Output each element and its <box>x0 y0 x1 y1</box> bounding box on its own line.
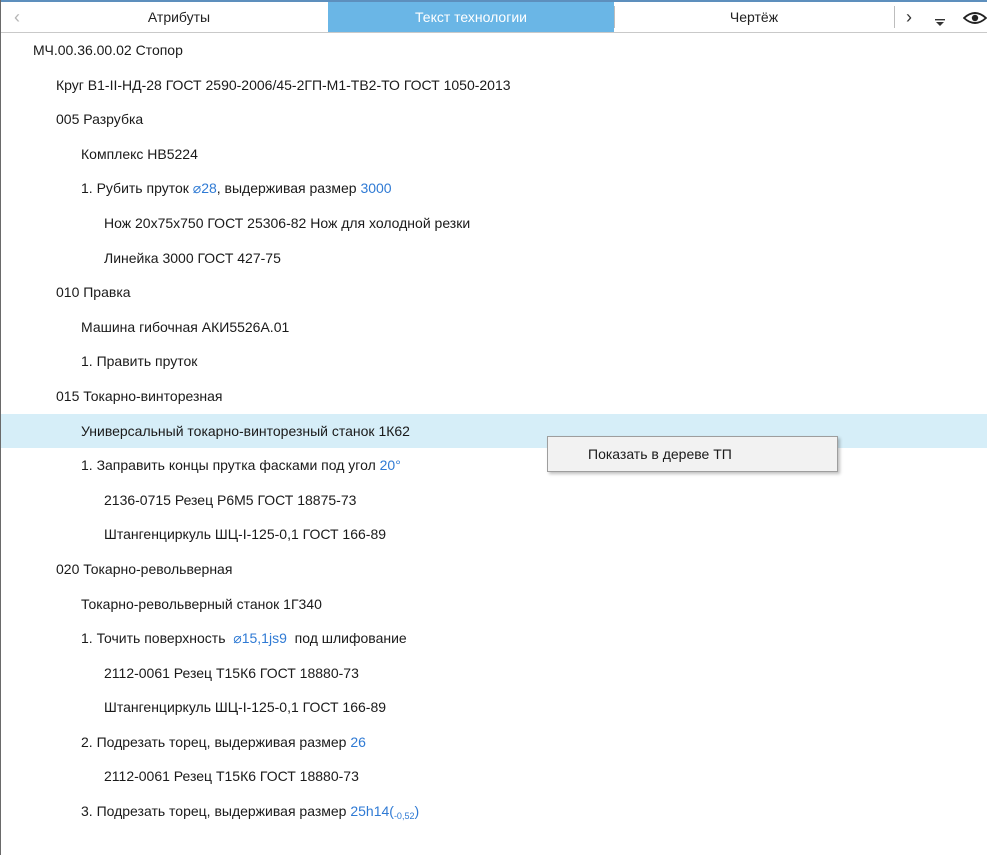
operation-title: 020 Токарно-револьверная <box>56 560 233 577</box>
tree-row[interactable]: Нож 20х75х750 ГОСТ 25306-82 Нож для холо… <box>1 206 987 241</box>
tree-row[interactable]: Штангенциркуль ШЦ-I-125-0,1 ГОСТ 166-89 <box>1 517 987 552</box>
dimension-value[interactable]: 25h14( <box>350 803 394 819</box>
tool: Линейка 3000 ГОСТ 427-75 <box>104 249 281 266</box>
operation-title: 010 Правка <box>56 284 131 301</box>
tree-row-selected[interactable]: Универсальный токарно-винторезный станок… <box>1 413 987 449</box>
tool: Штангенциркуль ШЦ-I-125-0,1 ГОСТ 166-89 <box>104 526 387 543</box>
step-text: 1. Рубить пруток <box>81 180 193 197</box>
tree-row[interactable]: 1. Точить поверхность ⌀15,1js9 под шлифо… <box>1 621 987 656</box>
tree-row[interactable]: Круг В1-II-НД-28 ГОСТ 2590-2006/45-2ГП-М… <box>1 68 987 103</box>
tool: 2136-0715 Резец Р6М5 ГОСТ 18875-73 <box>104 491 357 508</box>
tool: 2112-0061 Резец Т15К6 ГОСТ 18880-73 <box>104 664 359 681</box>
tree-row[interactable]: МЧ.00.36.00.02 Стопор <box>1 33 987 68</box>
tab-tech-text[interactable]: Текст технологии <box>328 2 614 32</box>
tree-row[interactable]: 015 Токарно-винторезная <box>1 379 987 414</box>
tool: 2112-0061 Резец Т15К6 ГОСТ 18880-73 <box>104 768 359 785</box>
tree-row[interactable]: 1. Править пруток <box>1 344 987 379</box>
tab-attributes[interactable]: Атрибуты <box>29 2 329 32</box>
tree-row[interactable]: 1. Рубить пруток ⌀28, выдерживая размер … <box>1 171 987 206</box>
tree-row[interactable]: Комплекс НВ5224 <box>1 137 987 172</box>
context-menu: Показать в дереве ТП <box>547 436 838 472</box>
step-text: 1. Заправить концы прутка фасками под уг… <box>81 457 380 474</box>
equipment: Машина гибочная АКИ5526А.01 <box>81 318 290 335</box>
dimension-value[interactable]: 26 <box>350 734 366 750</box>
eye-icon[interactable] <box>963 10 987 26</box>
equipment: Универсальный токарно-винторезный станок… <box>81 422 410 439</box>
operation-title: 005 Разрубка <box>56 111 144 128</box>
dimension-value-close: ) <box>414 803 420 820</box>
technology-text-tree: МЧ.00.36.00.02 Стопор Круг В1-II-НД-28 Г… <box>1 33 987 829</box>
tree-row[interactable]: Штангенциркуль ШЦ-I-125-0,1 ГОСТ 166-89 <box>1 690 987 725</box>
tree-row[interactable]: Токарно-револьверный станок 1Г340 <box>1 587 987 622</box>
tree-row[interactable]: 3. Подрезать торец, выдерживая размер 25… <box>1 794 987 829</box>
step-text: под шлифование <box>286 630 407 647</box>
tree-row[interactable]: 1. Заправить концы прутка фасками под уг… <box>1 448 987 483</box>
step-text: 2. Подрезать торец, выдерживая размер <box>81 733 351 750</box>
equipment: Токарно-револьверный станок 1Г340 <box>81 595 322 612</box>
overflow-menu-icon[interactable] <box>933 8 947 28</box>
step-text: 1. Править пруток <box>81 353 198 370</box>
dimension-value[interactable]: ⌀28 <box>193 180 217 196</box>
tool: Нож 20х75х750 ГОСТ 25306-82 Нож для холо… <box>104 214 471 231</box>
tab-drawing[interactable]: Чертёж <box>614 2 894 32</box>
tree-row[interactable]: 005 Разрубка <box>1 102 987 137</box>
tree-row[interactable]: 2136-0715 Резец Р6М5 ГОСТ 18875-73 <box>1 483 987 518</box>
chevron-left-icon[interactable]: ‹ <box>9 2 25 32</box>
tab-bar: ‹ Атрибуты Текст технологии Чертёж › <box>1 0 987 33</box>
tree-row[interactable]: 2. Подрезать торец, выдерживая размер 26 <box>1 725 987 760</box>
dimension-value[interactable]: ⌀15,1js9 <box>233 630 287 646</box>
tree-row[interactable]: 010 Правка <box>1 275 987 310</box>
tree-row[interactable]: Машина гибочная АКИ5526А.01 <box>1 310 987 345</box>
tree-row[interactable]: 020 Токарно-револьверная <box>1 552 987 587</box>
tab-separator <box>894 6 895 28</box>
chevron-right-icon[interactable]: › <box>901 2 917 32</box>
step-text: , выдерживая размер <box>216 180 361 197</box>
tree-row[interactable]: Линейка 3000 ГОСТ 427-75 <box>1 241 987 276</box>
step-text: 1. Точить поверхность <box>81 630 234 647</box>
part-title: МЧ.00.36.00.02 Стопор <box>33 42 183 58</box>
step-text: 3. Подрезать торец, выдерживая размер <box>81 803 351 820</box>
dimension-value[interactable]: 3000 <box>360 180 391 196</box>
tolerance-value: -0,52 <box>393 811 415 822</box>
tree-row[interactable]: 2112-0061 Резец Т15К6 ГОСТ 18880-73 <box>1 759 987 794</box>
tree-row[interactable]: 2112-0061 Резец Т15К6 ГОСТ 18880-73 <box>1 656 987 691</box>
equipment: Комплекс НВ5224 <box>81 145 198 162</box>
tool: Штангенциркуль ШЦ-I-125-0,1 ГОСТ 166-89 <box>104 699 387 716</box>
operation-title: 015 Токарно-винторезная <box>56 387 223 404</box>
dimension-value[interactable]: 20° <box>380 457 401 473</box>
show-in-tp-tree-menu-item[interactable]: Показать в дереве ТП <box>548 437 837 471</box>
material: Круг В1-II-НД-28 ГОСТ 2590-2006/45-2ГП-М… <box>56 76 511 93</box>
